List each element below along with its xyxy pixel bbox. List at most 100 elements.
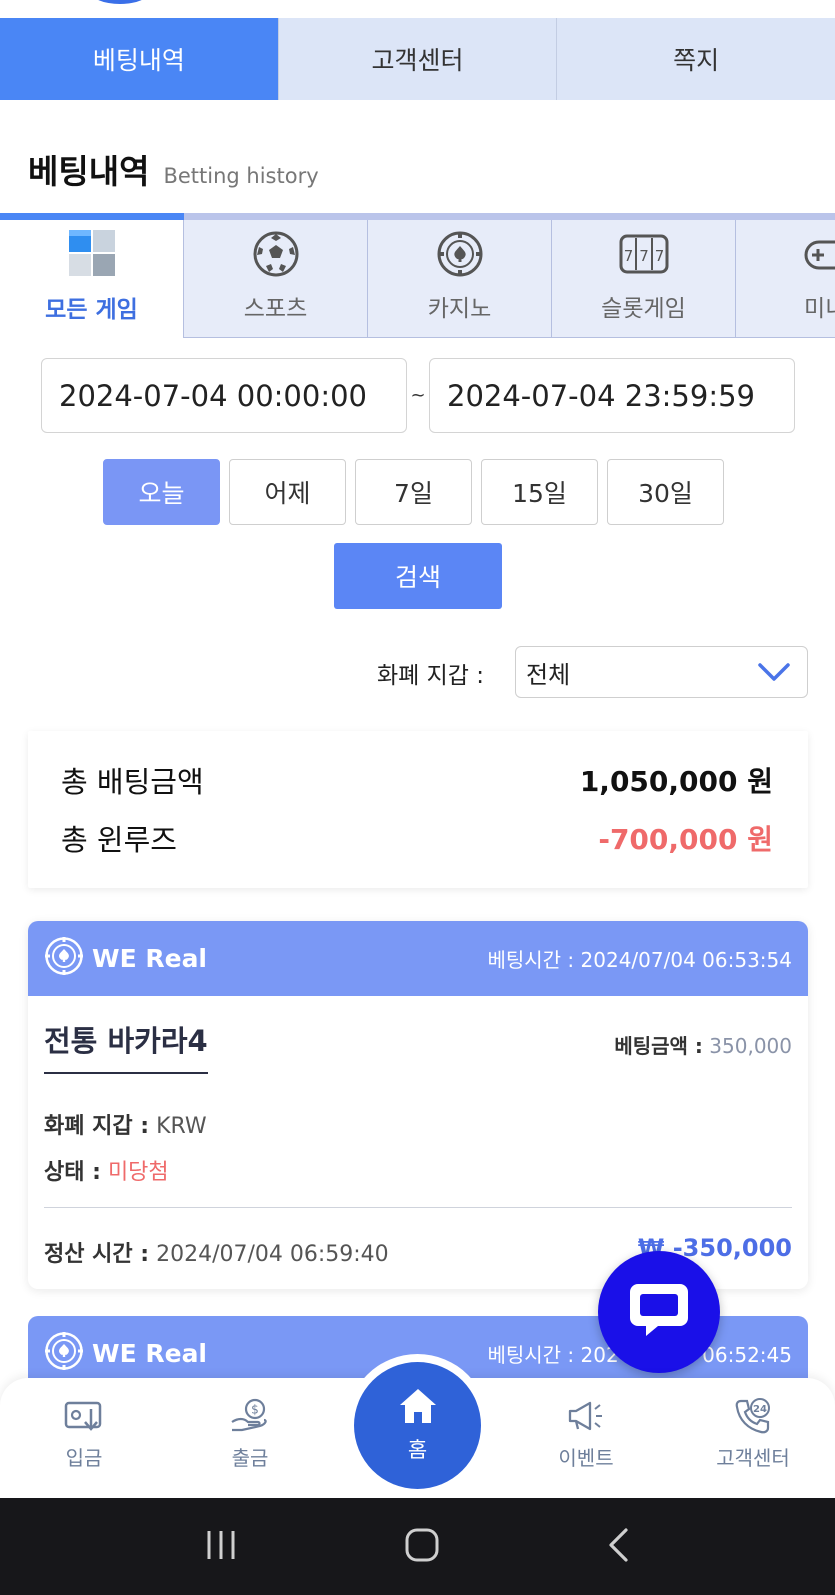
category-label: 모든 게임 — [45, 297, 138, 323]
total-bet-value: 1,050,000 원 — [579, 765, 773, 798]
provider-name: WE Real — [92, 944, 208, 973]
status-badge: 미당첨 — [107, 1160, 169, 1185]
category-mini[interactable]: 미니 — [736, 220, 835, 338]
range-30days-button[interactable]: 30일 — [607, 459, 724, 525]
quick-range-buttons: 오늘 어제 7일 15일 30일 — [103, 459, 724, 525]
date-range: ~ — [41, 358, 795, 433]
summary-total-winloss-row: 총 윈루즈 -700,000 원 — [61, 817, 773, 859]
nav-label: 출금 — [231, 1446, 269, 1470]
svg-text:7: 7 — [639, 247, 649, 265]
nav-deposit[interactable]: 입금 — [29, 1396, 139, 1471]
svg-text:24: 24 — [753, 1404, 767, 1415]
deposit-icon — [64, 1396, 104, 1436]
top-strip — [0, 0, 835, 18]
recent-apps-icon[interactable] — [203, 1528, 239, 1566]
gamepad-icon — [804, 227, 835, 281]
casino-chip-icon — [436, 227, 484, 281]
chevron-down-icon — [757, 661, 791, 689]
all-games-cube-icon — [65, 228, 119, 282]
category-bar — [0, 213, 835, 220]
logo-mark — [90, 0, 150, 4]
currency-select[interactable]: 전체 — [515, 646, 808, 698]
category-active-indicator — [0, 213, 184, 220]
summary-total-bet-row: 총 배팅금액 1,050,000 원 — [61, 759, 773, 801]
currency-select-value: 전체 — [526, 660, 571, 689]
bet-card-header: WE Real 베팅시간 : 2024/07/04 06:53:54 — [28, 921, 808, 996]
home-system-icon[interactable] — [404, 1527, 440, 1567]
divider — [44, 1207, 792, 1208]
status-label: 상태 : — [44, 1160, 101, 1185]
bet-amount-value: 350,000 — [709, 1034, 792, 1058]
currency-info: 화폐 지갑 : KRW — [44, 1108, 207, 1140]
tab-customer-center[interactable]: 고객센터 — [278, 18, 558, 100]
nav-event[interactable]: 이벤트 — [531, 1396, 641, 1471]
category-all-games[interactable]: 모든 게임 — [0, 220, 184, 338]
range-today-button[interactable]: 오늘 — [103, 459, 220, 525]
currency-value: KRW — [156, 1114, 207, 1139]
range-7days-button[interactable]: 7일 — [355, 459, 472, 525]
chat-button[interactable] — [598, 1251, 720, 1373]
settle-info: 정산 시간 : 2024/07/04 06:59:40 — [44, 1236, 389, 1268]
tab-betting-history[interactable]: 베팅내역 — [0, 18, 279, 100]
category-casino[interactable]: 카지노 — [368, 220, 552, 338]
nav-support[interactable]: 24 고객센터 — [698, 1396, 808, 1471]
category-label: 슬롯게임 — [601, 296, 686, 322]
category-label: 카지노 — [427, 296, 492, 322]
bet-time-label: 베팅시간 : — [487, 948, 575, 972]
home-icon — [398, 1387, 438, 1430]
tab-messages[interactable]: 쪽지 — [557, 18, 835, 100]
page-title: 베팅내역 Betting history — [28, 145, 319, 193]
casino-chip-icon — [44, 936, 84, 982]
provider: WE Real — [44, 1331, 207, 1377]
category-tabs: 모든 게임 스포츠 카지노 7 7 7 슬롯게임 미 — [0, 220, 835, 338]
soccer-ball-icon — [252, 227, 300, 281]
currency-label: 화폐 지갑 : — [44, 1114, 150, 1139]
category-sports[interactable]: 스포츠 — [184, 220, 368, 338]
nav-label: 이벤트 — [558, 1446, 614, 1470]
back-icon[interactable] — [606, 1527, 632, 1567]
range-yesterday-button[interactable]: 어제 — [229, 459, 346, 525]
nav-label: 입금 — [65, 1446, 103, 1470]
start-date-input[interactable] — [41, 358, 407, 433]
date-separator: ~ — [410, 385, 426, 406]
bet-amount: 베팅금액 : 350,000 — [614, 1030, 792, 1059]
total-winloss-label: 총 윈루즈 — [61, 823, 177, 857]
summary-box: 총 배팅금액 1,050,000 원 총 윈루즈 -700,000 원 — [28, 731, 808, 888]
total-bet-label: 총 배팅금액 — [61, 765, 204, 799]
search-button[interactable]: 검색 — [334, 543, 502, 609]
end-date-input[interactable] — [429, 358, 795, 433]
nav-label: 홈 — [407, 1438, 428, 1462]
page-title-en: Betting history — [163, 164, 319, 188]
svg-text:$: $ — [251, 1403, 259, 1417]
bet-time: 베팅시간 : 2024/07/04 06:53:54 — [487, 944, 792, 973]
currency-filter-label: 화폐 지갑 : — [377, 663, 485, 689]
system-nav-bar — [0, 1498, 835, 1595]
support-24-icon: 24 — [733, 1396, 773, 1436]
category-label: 스포츠 — [243, 296, 308, 322]
status-info: 상태 : 미당첨 — [44, 1154, 169, 1186]
settle-time: 2024/07/04 06:59:40 — [156, 1242, 389, 1267]
nav-withdraw[interactable]: $ 출금 — [195, 1396, 305, 1471]
slot-777-icon: 7 7 7 — [619, 227, 669, 281]
category-label: 미니 — [804, 296, 835, 322]
total-winloss-value: -700,000 원 — [598, 823, 773, 856]
bet-card-body: 전통 바카라4 베팅금액 : 350,000 화폐 지갑 : KRW 상태 : … — [28, 996, 808, 1289]
svg-text:7: 7 — [623, 247, 633, 265]
bet-card[interactable]: WE Real 베팅시간 : 2024/07/04 06:53:54 전통 바카… — [28, 921, 808, 1289]
bet-amount-label: 베팅금액 : — [614, 1034, 703, 1058]
settle-label: 정산 시간 : — [44, 1242, 150, 1267]
nav-home-button[interactable]: 홈 — [354, 1362, 481, 1489]
casino-chip-icon — [44, 1331, 84, 1377]
nav-label: 고객센터 — [716, 1446, 790, 1470]
game-name: 전통 바카라4 — [44, 1018, 208, 1074]
chat-bubble-icon — [628, 1280, 690, 1344]
withdraw-icon: $ — [230, 1396, 270, 1436]
provider: WE Real — [44, 936, 207, 982]
megaphone-icon — [566, 1396, 606, 1436]
provider-name: WE Real — [92, 1339, 208, 1368]
range-15days-button[interactable]: 15일 — [481, 459, 598, 525]
main-tabs: 베팅내역 고객센터 쪽지 — [0, 18, 835, 100]
page-title-ko: 베팅내역 — [28, 152, 150, 191]
svg-text:7: 7 — [654, 247, 664, 265]
category-slots[interactable]: 7 7 7 슬롯게임 — [552, 220, 736, 338]
